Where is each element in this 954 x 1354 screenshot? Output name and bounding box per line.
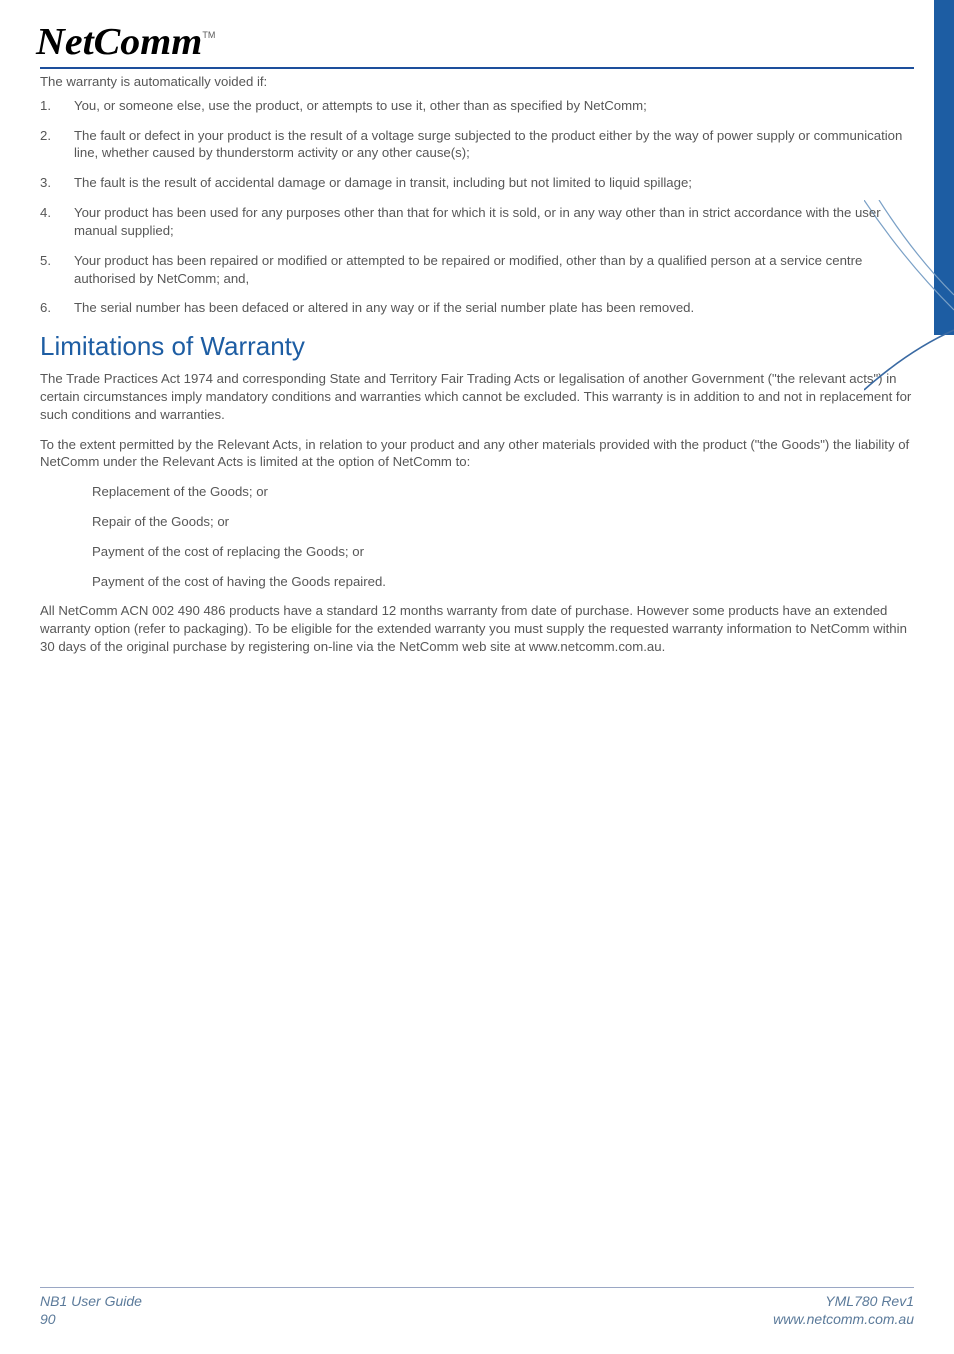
footer-page-number: 90 — [40, 1310, 142, 1328]
option-payment-repair: Payment of the cost of having the Goods … — [40, 573, 914, 591]
void-item-1: You, or someone else, use the product, o… — [40, 97, 914, 115]
option-replacement: Replacement of the Goods; or — [40, 483, 914, 501]
brand-wordmark: NetComm — [36, 20, 202, 64]
header-rule — [40, 67, 914, 69]
void-item-4: Your product has been used for any purpo… — [40, 204, 914, 240]
footer-rule — [40, 1287, 914, 1288]
footer-guide-title: NB1 User Guide — [40, 1292, 142, 1310]
void-item-3: The fault is the result of accidental da… — [40, 174, 914, 192]
limitations-para-3: All NetComm ACN 002 490 486 products hav… — [40, 602, 914, 655]
page-footer: NB1 User Guide 90 YML780 Rev1 www.netcom… — [40, 1287, 914, 1328]
limitations-para-2: To the extent permitted by the Relevant … — [40, 436, 914, 472]
option-repair: Repair of the Goods; or — [40, 513, 914, 531]
void-item-6: The serial number has been defaced or al… — [40, 299, 914, 317]
section-heading-limitations: Limitations of Warranty — [40, 331, 914, 362]
brand-logo: NetComm TM — [40, 20, 914, 64]
footer-doc-rev: YML780 Rev1 — [773, 1292, 914, 1310]
liability-options-list: Replacement of the Goods; or Repair of t… — [40, 483, 914, 590]
trademark-symbol: TM — [202, 30, 215, 40]
warranty-void-list: You, or someone else, use the product, o… — [40, 97, 914, 317]
warranty-void-intro: The warranty is automatically voided if: — [40, 73, 914, 91]
limitations-para-1: The Trade Practices Act 1974 and corresp… — [40, 370, 914, 423]
void-item-2: The fault or defect in your product is t… — [40, 127, 914, 163]
void-item-5: Your product has been repaired or modifi… — [40, 252, 914, 288]
option-payment-replace: Payment of the cost of replacing the Goo… — [40, 543, 914, 561]
footer-url: www.netcomm.com.au — [773, 1310, 914, 1328]
page-content: NetComm TM The warranty is automatically… — [0, 0, 954, 728]
side-accent-tab — [934, 0, 954, 335]
